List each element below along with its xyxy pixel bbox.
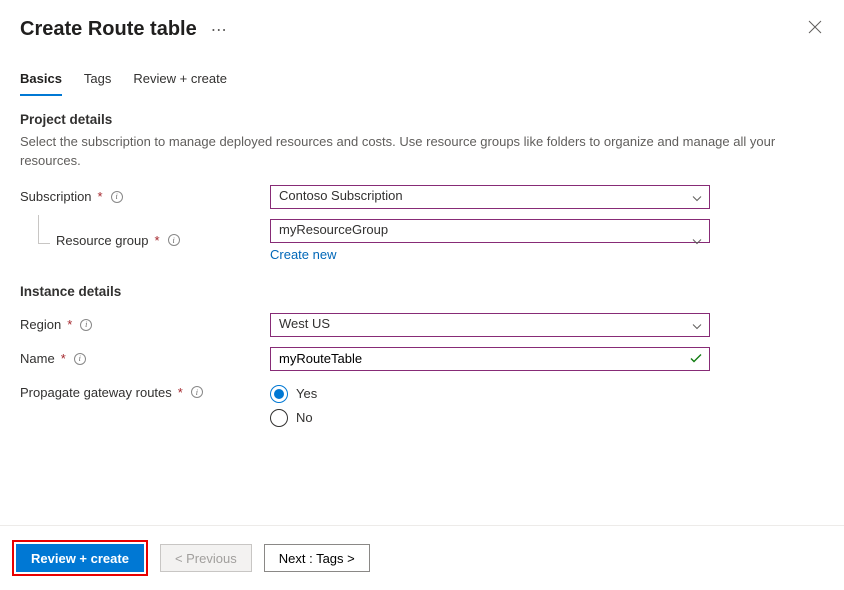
- project-details-title: Project details: [20, 112, 824, 127]
- tab-basics[interactable]: Basics: [20, 71, 62, 96]
- review-create-button[interactable]: Review + create: [16, 544, 144, 572]
- instance-details-section: Instance details Region * i West US Name…: [0, 284, 844, 427]
- propagate-no-option[interactable]: No: [270, 409, 317, 427]
- propagate-label: Propagate gateway routes: [20, 385, 172, 400]
- name-input[interactable]: [270, 347, 710, 371]
- info-icon[interactable]: i: [168, 234, 180, 246]
- radio-icon: [270, 409, 288, 427]
- close-icon[interactable]: [808, 20, 822, 37]
- propagate-row: Propagate gateway routes * i Yes No: [20, 385, 824, 427]
- tabs: Basics Tags Review + create: [0, 41, 844, 96]
- highlight: Review + create: [12, 540, 148, 576]
- info-icon[interactable]: i: [111, 191, 123, 203]
- resource-group-row: Resource group * i myResourceGroup Creat…: [20, 219, 824, 262]
- yes-label: Yes: [296, 386, 317, 401]
- info-icon[interactable]: i: [191, 386, 203, 398]
- subscription-row: Subscription * i Contoso Subscription: [20, 185, 824, 209]
- name-row: Name * i: [20, 347, 824, 371]
- required-icon: *: [155, 233, 160, 248]
- checkmark-icon: [690, 351, 702, 366]
- page-title: Create Route table: [20, 18, 197, 41]
- footer: Review + create < Previous Next : Tags >: [0, 525, 844, 590]
- more-icon[interactable]: ⋯: [211, 20, 228, 40]
- required-icon: *: [61, 351, 66, 366]
- radio-icon: [270, 385, 288, 403]
- project-details-desc: Select the subscription to manage deploy…: [20, 133, 824, 171]
- subscription-label: Subscription: [20, 189, 92, 204]
- subscription-select[interactable]: Contoso Subscription: [270, 185, 710, 209]
- project-details-section: Project details Select the subscription …: [0, 112, 844, 262]
- no-label: No: [296, 410, 313, 425]
- previous-button[interactable]: < Previous: [160, 544, 252, 572]
- required-icon: *: [98, 189, 103, 204]
- info-icon[interactable]: i: [80, 319, 92, 331]
- resource-group-select[interactable]: myResourceGroup: [270, 219, 710, 243]
- header: Create Route table ⋯: [0, 0, 844, 41]
- create-new-link[interactable]: Create new: [270, 247, 336, 262]
- resource-group-label: Resource group: [56, 233, 149, 248]
- region-row: Region * i West US: [20, 313, 824, 337]
- region-select[interactable]: West US: [270, 313, 710, 337]
- propagate-yes-option[interactable]: Yes: [270, 385, 317, 403]
- name-label: Name: [20, 351, 55, 366]
- required-icon: *: [178, 385, 183, 400]
- next-button[interactable]: Next : Tags >: [264, 544, 370, 572]
- region-label: Region: [20, 317, 61, 332]
- instance-details-title: Instance details: [20, 284, 824, 299]
- tab-tags[interactable]: Tags: [84, 71, 111, 96]
- required-icon: *: [67, 317, 72, 332]
- info-icon[interactable]: i: [74, 353, 86, 365]
- propagate-radio-group: Yes No: [270, 385, 317, 427]
- tab-review[interactable]: Review + create: [133, 71, 227, 96]
